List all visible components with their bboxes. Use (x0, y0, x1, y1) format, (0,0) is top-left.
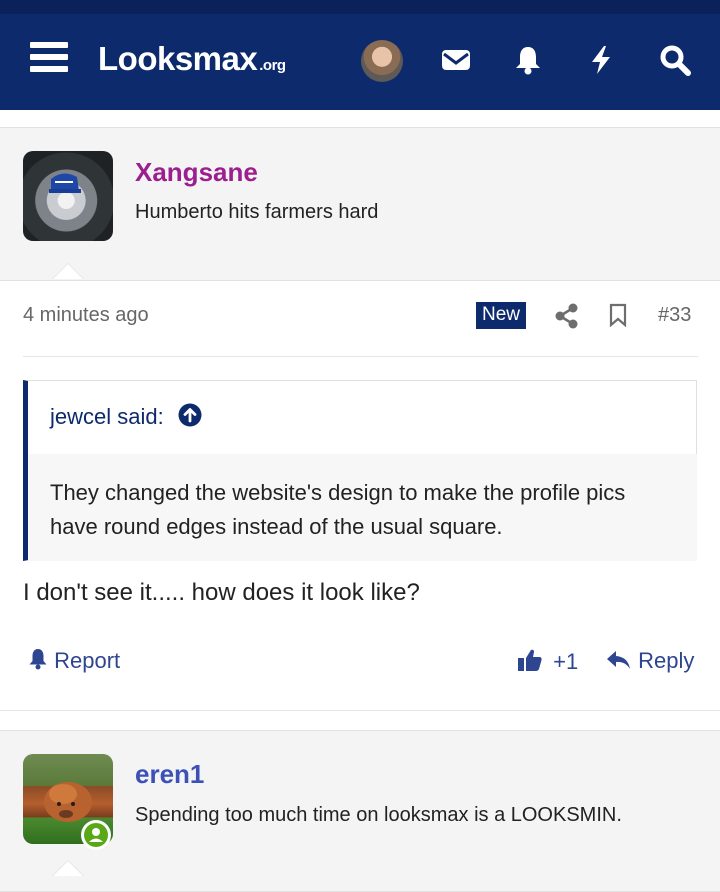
online-status-icon (81, 820, 111, 850)
site-logo[interactable]: Looksmax .org (98, 40, 286, 78)
quote-author-text: jewcel said: (50, 404, 164, 429)
user-title: Spending too much time on looksmax is a … (135, 804, 622, 826)
post-user-header: Xangsane Humberto hits farmers hard (0, 127, 720, 281)
post-time[interactable]: 4 minutes ago (23, 304, 149, 327)
search-icon[interactable] (659, 44, 691, 76)
user-icon (89, 828, 103, 842)
username[interactable]: eren1 (135, 759, 204, 790)
bell-icon (29, 649, 47, 670)
quote-author[interactable]: jewcel said: (50, 403, 202, 430)
menu-icon[interactable] (30, 42, 68, 76)
header-pointer (52, 860, 84, 876)
user-title: Humberto hits farmers hard (135, 201, 379, 223)
header-pointer (52, 263, 84, 279)
post-user-header: eren1 Spending too much time on looksmax… (0, 730, 720, 892)
reply-arrow-icon (607, 651, 630, 669)
thumbs-up-icon (518, 649, 542, 671)
account-avatar[interactable] (361, 40, 403, 82)
bookmark-icon[interactable] (608, 303, 628, 327)
report-label: Report (54, 648, 121, 673)
reaction-count: +1 (553, 649, 579, 674)
report-button[interactable]: Report (28, 648, 120, 674)
quote-body: They changed the website's design to mak… (28, 454, 697, 561)
bolt-icon[interactable] (585, 44, 617, 76)
top-navbar: Looksmax .org (0, 0, 720, 110)
quote-text: They changed the website's design to mak… (50, 480, 626, 539)
username[interactable]: Xangsane (135, 157, 258, 188)
post-number[interactable]: #33 (658, 304, 691, 327)
bell-icon[interactable] (512, 44, 544, 76)
logo-main-text: Looksmax (98, 40, 258, 77)
reply-label: Reply (638, 648, 695, 673)
meta-divider (23, 356, 698, 357)
reply-button[interactable]: Reply (606, 648, 694, 674)
arrow-up-circle-icon[interactable] (178, 403, 202, 427)
like-button[interactable]: +1 (517, 648, 578, 675)
post-message: I don't see it..... how does it look lik… (23, 579, 420, 606)
share-icon[interactable] (555, 303, 579, 329)
user-avatar[interactable] (23, 151, 113, 241)
envelope-icon[interactable] (440, 44, 472, 76)
logo-tld: .org (259, 57, 286, 74)
new-badge: New (476, 302, 527, 329)
post-separator (0, 710, 720, 711)
hurricane-image (49, 173, 81, 193)
quote-block: jewcel said: They changed the website's … (23, 380, 697, 561)
top-strip (0, 0, 720, 14)
